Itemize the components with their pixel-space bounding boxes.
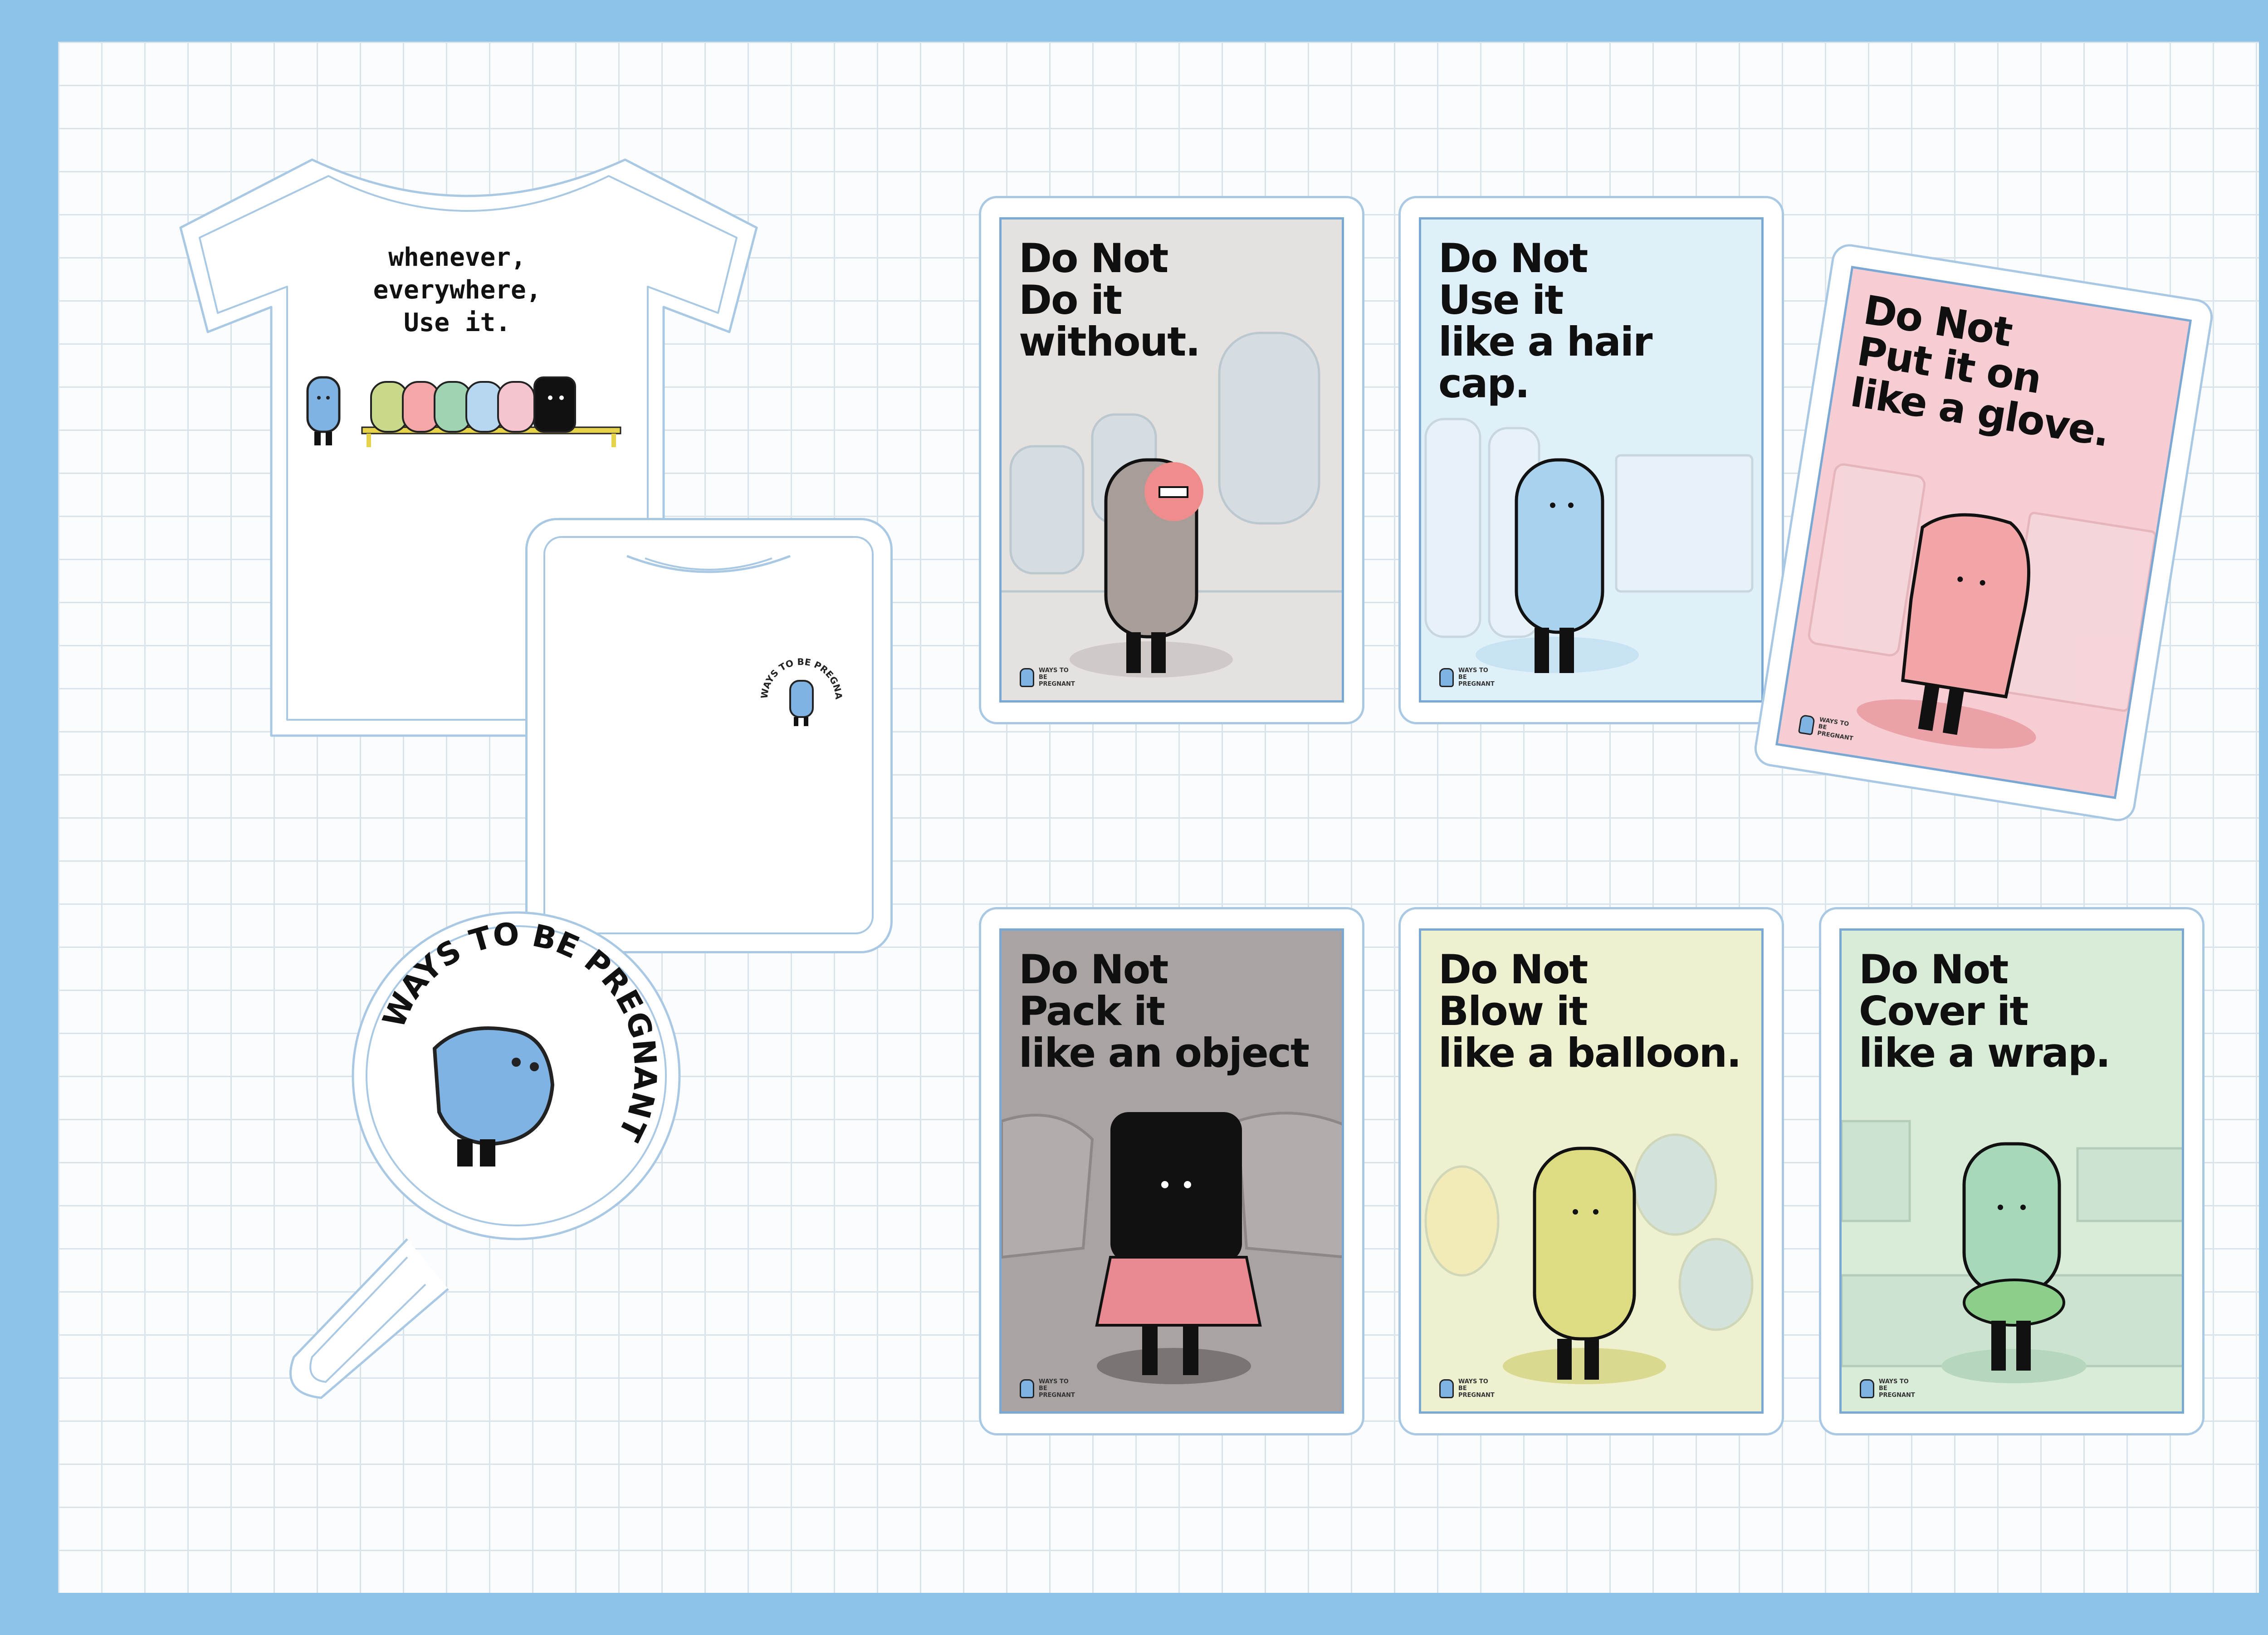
poster: Do Not Cover it like a wrap. WAYS TO BE … bbox=[1839, 928, 2184, 1414]
brand-mascot-icon bbox=[1439, 1379, 1454, 1398]
poster: Do Not Put it on like a glove. WAYS TO B… bbox=[1775, 266, 2192, 799]
poster-brand: WAYS TO BE PREGNANT bbox=[1860, 1378, 1915, 1399]
poster-card-2: Do Not Use it like a hair cap. WAYS TO B… bbox=[1398, 196, 1784, 724]
poster-card-3: Do Not Put it on like a glove. WAYS TO B… bbox=[1752, 241, 2215, 824]
poster-title: Do Not Pack it like an object bbox=[1019, 949, 1333, 1074]
poster-title-line: Use it bbox=[1438, 277, 1564, 323]
poster-card-4: Do Not Pack it like an object WAYS TO BE… bbox=[979, 907, 1364, 1435]
brand-mascot-icon bbox=[1439, 668, 1454, 687]
poster-brand: WAYS TO BE PREGNANT bbox=[1020, 1378, 1075, 1399]
poster-title: Do Not Blow it like a balloon. bbox=[1438, 949, 1752, 1074]
brand-text: WAYS TO BE PREGNANT bbox=[1458, 1378, 1495, 1399]
brand-text: WAYS TO BE PREGNANT bbox=[1879, 1378, 1915, 1399]
mockup-board: whenever, everywhere, Use it. WAYS TO BE… bbox=[58, 42, 2259, 1593]
poster: Do Not Pack it like an object WAYS TO BE… bbox=[999, 928, 1344, 1414]
poster-title-line: like a balloon. bbox=[1438, 1030, 1742, 1076]
poster-title-line: Do Not bbox=[1438, 235, 1588, 282]
poster-title-line: Blow it bbox=[1438, 988, 1588, 1035]
poster-title-line: Do Not bbox=[1019, 235, 1168, 282]
brand-mascot-icon bbox=[1798, 714, 1816, 735]
poster-title-line: Cover it bbox=[1859, 988, 2028, 1035]
poster-brand: WAYS TO BE PREGNANT bbox=[1439, 667, 1495, 688]
poster-title-line: Do Not bbox=[1019, 946, 1168, 993]
poster-card-5: Do Not Blow it like a balloon. WAYS TO B… bbox=[1398, 907, 1784, 1435]
poster-title-line: without. bbox=[1019, 318, 1201, 365]
poster-title: Do Not Do it without. bbox=[1019, 238, 1333, 363]
brand-mascot-icon bbox=[1020, 668, 1034, 687]
poster-title-line: Do it bbox=[1019, 277, 1122, 323]
poster-title: Do Not Cover it like a wrap. bbox=[1859, 949, 2173, 1074]
poster-title-line: like an object bbox=[1019, 1030, 1310, 1076]
poster: Do Not Use it like a hair cap. WAYS TO B… bbox=[1419, 217, 1764, 703]
poster-title-line: Pack it bbox=[1019, 988, 1165, 1035]
poster: Do Not Do it without. WAYS TO BE PREGNAN… bbox=[999, 217, 1344, 703]
poster-brand: WAYS TO BE PREGNANT bbox=[1020, 667, 1075, 688]
brand-mascot-icon bbox=[1020, 1379, 1034, 1398]
poster-title-line: like a wrap. bbox=[1859, 1030, 2111, 1076]
brand-text: WAYS TO BE PREGNANT bbox=[1458, 667, 1495, 688]
brand-text: WAYS TO BE PREGNANT bbox=[1039, 1378, 1075, 1399]
brand-mascot-icon bbox=[1860, 1379, 1874, 1398]
poster-title-line: like a hair cap. bbox=[1438, 318, 1652, 407]
poster-title: Do Not Use it like a hair cap. bbox=[1438, 238, 1752, 405]
brand-text: WAYS TO BE PREGNANT bbox=[1039, 667, 1075, 688]
poster-title-line: Do Not bbox=[1438, 946, 1588, 993]
poster-title-line: Do Not bbox=[1859, 946, 2009, 993]
poster-card-1: Do Not Do it without. WAYS TO BE PREGNAN… bbox=[979, 196, 1364, 724]
poster-brand: WAYS TO BE PREGNANT bbox=[1439, 1378, 1495, 1399]
poster-card-6: Do Not Cover it like a wrap. WAYS TO BE … bbox=[1819, 907, 2204, 1435]
poster: Do Not Blow it like a balloon. WAYS TO B… bbox=[1419, 928, 1764, 1414]
